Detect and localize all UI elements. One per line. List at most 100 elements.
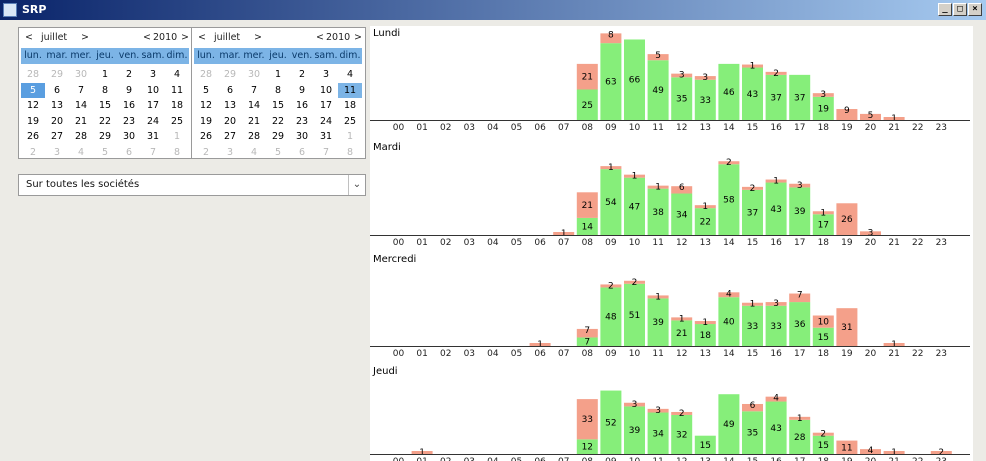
calendar-day[interactable]: 11 <box>338 82 362 98</box>
calendar-day[interactable]: 16 <box>290 98 314 113</box>
calendar-day[interactable]: 9 <box>117 83 141 98</box>
calendar-day[interactable]: 21 <box>242 114 266 129</box>
calendar-day[interactable]: 2 <box>290 67 314 82</box>
calendar-day[interactable]: 5 <box>93 145 117 160</box>
calendar-day[interactable]: 31 <box>314 129 338 144</box>
calendar-day[interactable]: 23 <box>117 114 141 129</box>
calendar-day[interactable]: 8 <box>93 83 117 98</box>
calendar-day[interactable]: 12 <box>21 98 45 113</box>
calendar-day[interactable]: 14 <box>69 98 93 113</box>
calendar-day[interactable]: 27 <box>45 129 69 144</box>
calendar-day[interactable]: 3 <box>218 145 242 160</box>
calendar-day[interactable]: 29 <box>45 67 69 82</box>
calendar-day[interactable]: 6 <box>218 83 242 98</box>
calendar-day[interactable]: 8 <box>165 145 189 160</box>
calendar-day[interactable]: 29 <box>266 129 290 144</box>
minimize-button[interactable]: _ <box>938 3 952 16</box>
calendar-day[interactable]: 28 <box>242 129 266 144</box>
maximize-button[interactable]: □ <box>953 3 967 16</box>
calendar-day[interactable]: 2 <box>21 145 45 160</box>
next-month-button[interactable]: > <box>81 32 89 43</box>
company-select[interactable]: Sur toutes les sociétés ⌄ <box>18 174 366 196</box>
calendar-day[interactable]: 18 <box>338 98 362 113</box>
calendar-day[interactable]: 24 <box>314 114 338 129</box>
calendar-day[interactable]: 22 <box>93 114 117 129</box>
calendar-day[interactable]: 3 <box>141 67 165 82</box>
calendar-day[interactable]: 31 <box>141 129 165 144</box>
calendar-day[interactable]: 13 <box>45 98 69 113</box>
calendar-day[interactable]: 30 <box>290 129 314 144</box>
calendar-day[interactable]: 8 <box>338 145 362 160</box>
calendar-day[interactable]: 13 <box>218 98 242 113</box>
calendar-day[interactable]: 6 <box>290 145 314 160</box>
calendar-day[interactable]: 25 <box>338 114 362 129</box>
calendar-day[interactable]: 28 <box>21 67 45 82</box>
calendar-day[interactable]: 19 <box>21 114 45 129</box>
calendar-day[interactable]: 5 <box>266 145 290 160</box>
calendar-day[interactable]: 29 <box>218 67 242 82</box>
calendar-day[interactable]: 4 <box>242 145 266 160</box>
calendar-day[interactable]: 7 <box>314 145 338 160</box>
year-label[interactable]: 2010 <box>153 32 177 43</box>
calendar-day[interactable]: 2 <box>117 67 141 82</box>
year-label[interactable]: 2010 <box>326 32 350 43</box>
calendar-day[interactable]: 7 <box>69 83 93 98</box>
calendar-day[interactable]: 1 <box>165 129 189 144</box>
calendar-day[interactable]: 4 <box>165 67 189 82</box>
month-label[interactable]: juillet <box>214 32 240 43</box>
calendar-day[interactable]: 23 <box>290 114 314 129</box>
calendar-day[interactable]: 1 <box>338 129 362 144</box>
next-year-button[interactable]: > <box>354 32 362 43</box>
calendar-day[interactable]: 6 <box>45 83 69 98</box>
calendar-day[interactable]: 16 <box>117 98 141 113</box>
prev-month-button[interactable]: < <box>198 32 206 43</box>
calendar-day[interactable]: 28 <box>69 129 93 144</box>
calendar-day[interactable]: 30 <box>242 67 266 82</box>
calendar-day[interactable]: 17 <box>314 98 338 113</box>
calendar-day[interactable]: 28 <box>194 67 218 82</box>
calendar-day[interactable]: 3 <box>45 145 69 160</box>
calendar-day[interactable]: 8 <box>266 83 290 98</box>
calendar-day[interactable]: 7 <box>242 83 266 98</box>
calendar-day[interactable]: 5 <box>194 83 218 98</box>
calendar-day[interactable]: 1 <box>266 67 290 82</box>
calendar-day[interactable]: 21 <box>69 114 93 129</box>
calendar-day[interactable]: 3 <box>314 67 338 82</box>
calendar-day[interactable]: 5 <box>21 82 45 98</box>
calendar-day[interactable]: 20 <box>218 114 242 129</box>
calendar-day[interactable]: 14 <box>242 98 266 113</box>
calendar-day[interactable]: 22 <box>266 114 290 129</box>
calendar-day[interactable]: 9 <box>290 83 314 98</box>
calendar-day[interactable]: 20 <box>45 114 69 129</box>
calendar-day[interactable]: 15 <box>93 98 117 113</box>
calendar-day[interactable]: 6 <box>117 145 141 160</box>
calendar-day[interactable]: 27 <box>218 129 242 144</box>
calendar-day[interactable]: 19 <box>194 114 218 129</box>
calendar-day[interactable]: 11 <box>165 83 189 98</box>
calendar-day[interactable]: 1 <box>93 67 117 82</box>
calendar-day[interactable]: 7 <box>141 145 165 160</box>
calendar-day[interactable]: 26 <box>194 129 218 144</box>
calendar-day[interactable]: 26 <box>21 129 45 144</box>
calendar-day[interactable]: 10 <box>141 83 165 98</box>
calendar-day[interactable]: 12 <box>194 98 218 113</box>
calendar-day[interactable]: 4 <box>338 67 362 82</box>
close-button[interactable]: × <box>968 3 982 16</box>
calendar-day[interactable]: 25 <box>165 114 189 129</box>
prev-month-button[interactable]: < <box>25 32 33 43</box>
calendar-day[interactable]: 17 <box>141 98 165 113</box>
month-label[interactable]: juillet <box>41 32 67 43</box>
calendar-day[interactable]: 2 <box>194 145 218 160</box>
calendar-day[interactable]: 29 <box>93 129 117 144</box>
prev-year-button[interactable]: < <box>143 32 151 43</box>
calendar-day[interactable]: 4 <box>69 145 93 160</box>
chevron-down-icon[interactable]: ⌄ <box>348 175 365 195</box>
next-month-button[interactable]: > <box>254 32 262 43</box>
calendar-day[interactable]: 18 <box>165 98 189 113</box>
calendar-day[interactable]: 10 <box>314 83 338 98</box>
calendar-day[interactable]: 30 <box>117 129 141 144</box>
prev-year-button[interactable]: < <box>316 32 324 43</box>
vertical-scrollbar[interactable] <box>973 26 986 461</box>
calendar-day[interactable]: 30 <box>69 67 93 82</box>
calendar-day[interactable]: 15 <box>266 98 290 113</box>
